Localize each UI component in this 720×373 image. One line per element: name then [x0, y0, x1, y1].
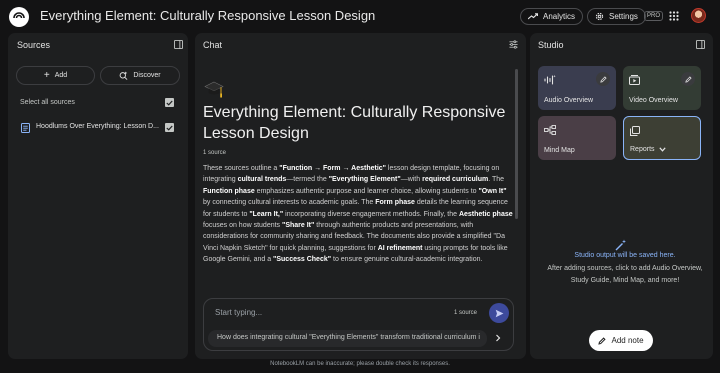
select-all-label: Select all sources [20, 99, 75, 106]
pencil-icon [684, 75, 692, 83]
check-icon [166, 125, 173, 131]
check-icon [166, 100, 173, 106]
discover-label: Discover [133, 72, 161, 79]
app-header: Everything Element: Culturally Responsiv… [0, 0, 720, 33]
plus-icon: + [43, 69, 50, 81]
edit-video-overview-button[interactable] [681, 72, 695, 86]
summary-text: These sources outline a [203, 165, 280, 172]
discover-search-icon [120, 71, 128, 80]
summary-text: —termed the [286, 176, 329, 184]
source-count: 1 source [203, 150, 227, 156]
summary-bold-text: "Everything Element" [328, 176, 401, 184]
summary-bold-text: Aesthetic phase [458, 210, 513, 218]
summary-text: focuses on how students [203, 222, 282, 230]
analytics-button[interactable]: Analytics [520, 8, 584, 25]
document-icon [21, 123, 30, 133]
add-source-button[interactable]: + Add [16, 66, 95, 85]
summary-bold-text: "Learn It," [249, 210, 284, 218]
summary-bold-text: Function phase [203, 187, 255, 195]
summary-bold-text: AI refinement [377, 244, 423, 252]
trending-up-icon [528, 13, 538, 20]
disclaimer-footer: NotebookLM can be inaccurate; please dou… [270, 361, 450, 367]
add-label: Add [54, 72, 68, 79]
chat-panel-title: Chat [203, 40, 223, 50]
settings-label: Settings [609, 12, 638, 21]
send-button[interactable] [489, 303, 509, 323]
notebook-summary: These sources outline a "Function → Form… [203, 163, 515, 266]
suggested-question[interactable]: How does integrating cultural "Everythin… [208, 330, 487, 347]
summary-text: —with [400, 176, 423, 184]
studio-description: After adding sources, click to add Audio… [547, 265, 703, 284]
notebook-title[interactable]: Everything Element: Culturally Responsiv… [40, 8, 375, 23]
tile-label: Video Overview [629, 97, 678, 104]
notebooklm-logo-icon[interactable] [9, 7, 29, 27]
video-play-icon [629, 75, 640, 85]
reports-icon [630, 126, 640, 136]
tile-label: Audio Overview [544, 97, 594, 104]
reports-tile-label-row: Reports [630, 146, 666, 153]
input-source-count: 1 source [454, 310, 478, 316]
source-name: Hoodlums Over Everything: Lesson D... [36, 123, 159, 130]
tile-label: Reports [630, 146, 655, 153]
sources-panel-title: Sources [17, 40, 51, 50]
summary-text: emphasizes authentic purpose and learner… [254, 187, 479, 195]
magic-wand-icon [615, 239, 626, 251]
pencil-icon [598, 336, 607, 345]
gear-icon [595, 12, 604, 21]
user-avatar[interactable] [691, 8, 706, 23]
chat-input[interactable]: Start typing... [215, 308, 262, 317]
tile-label: Mind Map [544, 147, 575, 154]
graduation-cap-icon [204, 81, 224, 98]
summary-bold-text: required curriculum [422, 176, 489, 184]
reports-tile[interactable]: Reports [623, 116, 701, 160]
summary-bold-text: "Success Check" [273, 256, 332, 264]
chat-settings-sliders-icon[interactable] [509, 40, 518, 49]
pencil-icon [599, 75, 607, 83]
pro-badge: PRO [644, 11, 664, 21]
summary-bold-text: Form phase [375, 199, 415, 207]
studio-saved-text: Studio output will be saved here. [574, 252, 676, 259]
edit-audio-overview-button[interactable] [596, 72, 610, 86]
mind-map-tile[interactable]: Mind Map [538, 116, 616, 160]
collapse-panel-icon[interactable] [696, 40, 705, 49]
audio-waveform-icon [544, 75, 556, 85]
source-checkbox[interactable] [165, 123, 174, 132]
send-arrow-icon [495, 309, 503, 317]
chevron-down-icon[interactable] [658, 147, 666, 152]
chat-panel: Chat Everything Element: Culturally Resp… [195, 33, 526, 359]
video-overview-tile[interactable]: Video Overview [623, 66, 701, 110]
audio-overview-tile[interactable]: Audio Overview [538, 66, 616, 110]
collapse-panel-icon[interactable] [174, 40, 183, 49]
summary-text: incorporating diverse engagement methods… [283, 210, 459, 218]
apps-grid-icon[interactable] [669, 11, 679, 21]
summary-text: to ensure genuine cultural-academic inte… [331, 256, 483, 264]
chat-input-box[interactable]: Start typing... 1 source How does integr… [203, 298, 514, 351]
mind-map-icon [544, 125, 556, 135]
add-note-button[interactable]: Add note [589, 330, 653, 351]
summary-bold-text: "Own It" [478, 187, 507, 195]
settings-button[interactable]: Settings [587, 8, 646, 25]
summary-text: . The [488, 176, 505, 184]
analytics-label: Analytics [543, 12, 576, 21]
summary-text: by connecting cultural interests to acad… [203, 199, 376, 207]
discover-sources-button[interactable]: Discover [100, 66, 180, 85]
notebook-heading: Everything Element: Culturally Responsiv… [203, 104, 506, 142]
add-note-label: Add note [611, 336, 644, 345]
studio-panel: Studio Audio Overview Video Overview Min… [530, 33, 713, 359]
chevron-right-icon[interactable] [494, 334, 502, 342]
summary-bold-text: cultural trends [237, 176, 287, 184]
studio-panel-title: Studio [538, 40, 564, 50]
chat-scrollbar[interactable] [515, 69, 518, 219]
sources-panel: Sources + Add Discover Select all source… [8, 33, 188, 359]
summary-bold-text: "Function → Form → Aesthetic" [279, 165, 386, 172]
source-list-item[interactable]: Hoodlums Over Everything: Lesson D... [20, 122, 175, 134]
select-all-checkbox[interactable] [165, 98, 174, 107]
summary-bold-text: "Share It" [282, 222, 315, 230]
